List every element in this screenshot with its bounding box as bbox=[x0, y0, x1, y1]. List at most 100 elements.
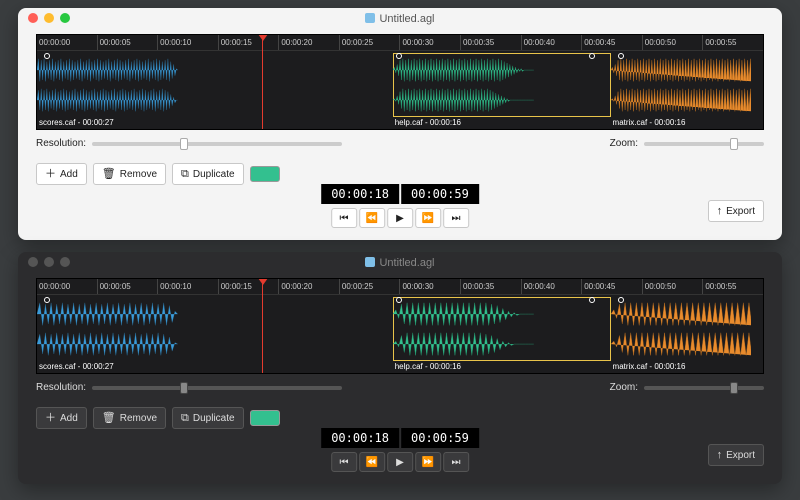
ruler-tick: 00:00:35 bbox=[460, 35, 521, 50]
clip-label: help.caf - 00:00:16 bbox=[393, 361, 461, 373]
clip-label: matrix.caf - 00:00:16 bbox=[611, 361, 686, 373]
remove-button[interactable]: 🗑Remove bbox=[93, 407, 166, 429]
clip-fade-handle[interactable] bbox=[589, 53, 595, 59]
ruler-tick: 00:00:35 bbox=[460, 279, 521, 294]
clip-orange[interactable] bbox=[611, 297, 763, 361]
zoom-slider[interactable] bbox=[644, 386, 764, 390]
play-button[interactable]: ▶ bbox=[387, 208, 413, 228]
waveform-icon bbox=[393, 86, 534, 114]
minimize-icon[interactable] bbox=[44, 13, 54, 23]
duplicate-icon: ⧉ bbox=[181, 169, 189, 180]
play-button[interactable]: ▶ bbox=[387, 452, 413, 472]
maximize-icon[interactable] bbox=[60, 13, 70, 23]
toolbar: ＋Add 🗑Remove ⧉Duplicate bbox=[36, 407, 764, 429]
remove-button[interactable]: 🗑 Remove bbox=[93, 163, 166, 185]
plus-icon: ＋ bbox=[45, 169, 56, 180]
close-icon[interactable] bbox=[28, 13, 38, 23]
ruler-tick: 00:00:15 bbox=[218, 279, 279, 294]
skip-start-icon: ⏮ bbox=[340, 213, 349, 224]
skip-end-button[interactable]: ⏭ bbox=[443, 208, 469, 228]
zoom-label: Zoom: bbox=[610, 138, 638, 149]
skip-end-icon: ⏭ bbox=[452, 213, 461, 224]
skip-start-icon: ⏮ bbox=[340, 457, 349, 468]
ruler-tick: 00:00:20 bbox=[278, 279, 339, 294]
clip-fade-handle[interactable] bbox=[618, 297, 624, 303]
timeline[interactable]: 00:00:00 00:00:05 00:00:10 00:00:15 00:0… bbox=[36, 278, 764, 374]
sliders-row: Resolution: Zoom: bbox=[36, 138, 764, 149]
duplicate-button[interactable]: ⧉Duplicate bbox=[172, 407, 244, 429]
clip-green[interactable] bbox=[393, 53, 611, 117]
clip-blue[interactable] bbox=[37, 53, 393, 117]
clip-labels: scores.caf - 00:00:27 help.caf - 00:00:1… bbox=[37, 361, 763, 373]
remove-label: Remove bbox=[120, 169, 157, 180]
resolution-label: Resolution: bbox=[36, 138, 86, 149]
duplicate-button[interactable]: ⧉ Duplicate bbox=[172, 163, 244, 185]
color-swatch[interactable] bbox=[250, 166, 280, 182]
trash-icon: 🗑 bbox=[102, 169, 116, 180]
close-icon[interactable] bbox=[28, 257, 38, 267]
play-icon: ▶ bbox=[396, 457, 404, 468]
titlebar: Untitled.agl bbox=[18, 252, 782, 274]
waveform-icon bbox=[393, 56, 534, 84]
time-ruler[interactable]: 00:00:00 00:00:05 00:00:10 00:00:15 00:0… bbox=[37, 279, 763, 295]
toolbar: ＋Add 🗑 Remove ⧉ Duplicate bbox=[36, 163, 764, 185]
prev-button[interactable]: ⏪ bbox=[359, 452, 385, 472]
playhead[interactable] bbox=[262, 35, 263, 129]
clip-fade-handle[interactable] bbox=[589, 297, 595, 303]
zoom-slider[interactable] bbox=[644, 142, 764, 146]
play-icon: ▶ bbox=[396, 213, 404, 224]
clip-labels: scores.caf - 00:00:27 help.caf - 00:00:1… bbox=[37, 117, 763, 129]
add-button[interactable]: ＋Add bbox=[36, 407, 87, 429]
clip-green[interactable] bbox=[393, 297, 611, 361]
next-button[interactable]: ⏩ bbox=[415, 208, 441, 228]
skip-start-button[interactable]: ⏮ bbox=[331, 452, 357, 472]
duplicate-label: Duplicate bbox=[193, 413, 235, 424]
time-ruler[interactable]: 00:00:00 00:00:05 00:00:10 00:00:15 00:0… bbox=[37, 35, 763, 51]
clip-blue[interactable] bbox=[37, 297, 393, 361]
waveform-icon bbox=[37, 300, 178, 328]
resolution-slider[interactable] bbox=[92, 142, 342, 146]
waveform-icon bbox=[611, 86, 752, 114]
ruler-tick: 00:00:05 bbox=[97, 35, 158, 50]
ruler-tick: 00:00:55 bbox=[702, 35, 763, 50]
skip-start-button[interactable]: ⏮ bbox=[331, 208, 357, 228]
ruler-tick: 00:00:40 bbox=[521, 279, 582, 294]
current-time: 00:00:18 bbox=[321, 184, 399, 204]
add-button[interactable]: ＋Add bbox=[36, 163, 87, 185]
skip-end-icon: ⏭ bbox=[452, 457, 461, 468]
resolution-slider[interactable] bbox=[92, 386, 342, 390]
traffic-lights[interactable] bbox=[28, 257, 70, 267]
prev-button[interactable]: ⏪ bbox=[359, 208, 385, 228]
zoom-label: Zoom: bbox=[610, 382, 638, 393]
resolution-label: Resolution: bbox=[36, 382, 86, 393]
clip-fade-handle[interactable] bbox=[618, 53, 624, 59]
minimize-icon[interactable] bbox=[44, 257, 54, 267]
ruler-tick: 00:00:45 bbox=[581, 279, 642, 294]
add-label: Add bbox=[60, 413, 78, 424]
ruler-tick: 00:00:25 bbox=[339, 279, 400, 294]
clip-label: matrix.caf - 00:00:16 bbox=[611, 117, 686, 129]
timeline[interactable]: 00:00:00 00:00:05 00:00:10 00:00:15 00:0… bbox=[36, 34, 764, 130]
ruler-tick: 00:00:20 bbox=[278, 35, 339, 50]
clip-orange[interactable] bbox=[611, 53, 763, 117]
skip-end-button[interactable]: ⏭ bbox=[443, 452, 469, 472]
export-button[interactable]: ↑Export bbox=[708, 200, 764, 222]
clip-label: help.caf - 00:00:16 bbox=[393, 117, 461, 129]
playhead[interactable] bbox=[262, 279, 263, 373]
transport: 00:00:18 00:00:59 ⏮ ⏪ ▶ ⏩ ⏭ bbox=[321, 184, 479, 228]
maximize-icon[interactable] bbox=[60, 257, 70, 267]
total-time: 00:00:59 bbox=[401, 428, 479, 448]
traffic-lights[interactable] bbox=[28, 13, 70, 23]
window-title: Untitled.agl bbox=[379, 13, 434, 25]
next-icon: ⏩ bbox=[422, 457, 434, 468]
ruler-tick: 00:00:15 bbox=[218, 35, 279, 50]
next-button[interactable]: ⏩ bbox=[415, 452, 441, 472]
export-label: Export bbox=[726, 206, 755, 217]
waveform-icon bbox=[611, 300, 752, 328]
window-dark: Untitled.agl 00:00:00 00:00:05 00:00:10 … bbox=[18, 252, 782, 484]
transport: 00:00:18 00:00:59 ⏮ ⏪ ▶ ⏩ ⏭ bbox=[321, 428, 479, 472]
color-swatch[interactable] bbox=[250, 410, 280, 426]
duplicate-label: Duplicate bbox=[193, 169, 235, 180]
clip-label: scores.caf - 00:00:27 bbox=[37, 361, 114, 373]
export-button[interactable]: ↑Export bbox=[708, 444, 764, 466]
